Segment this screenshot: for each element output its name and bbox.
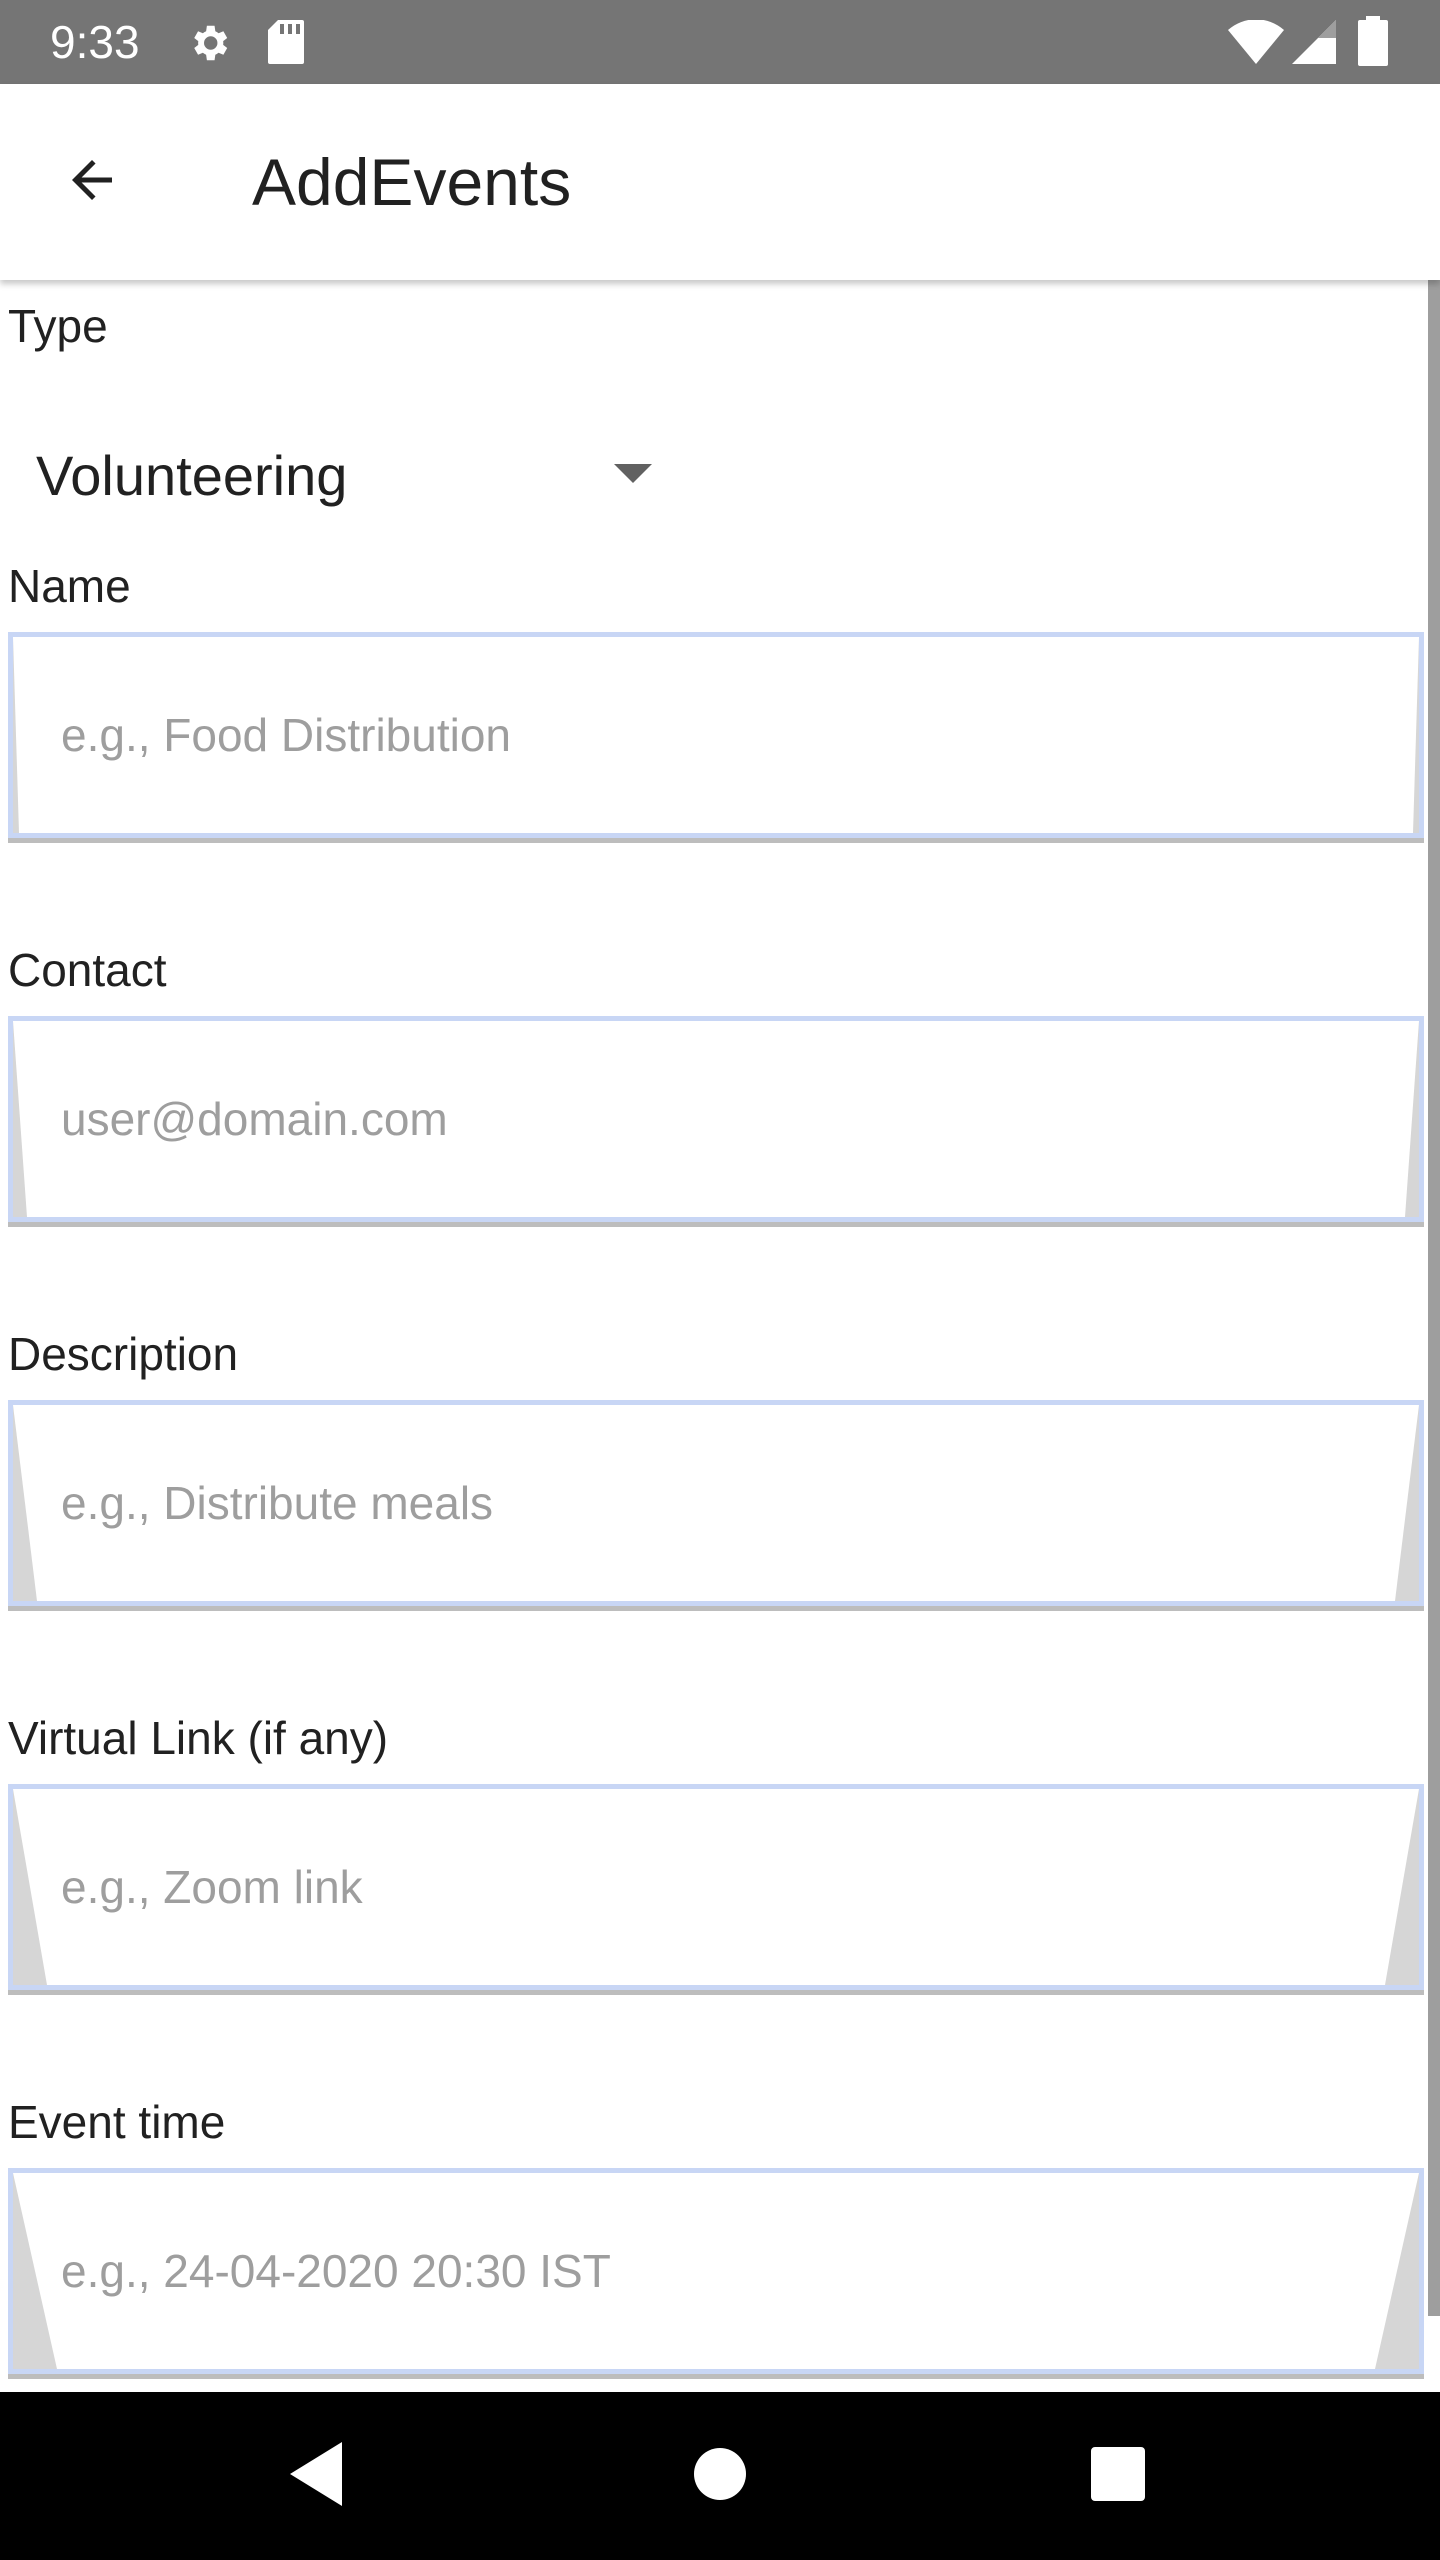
event-time-field-box bbox=[8, 2168, 1424, 2374]
battery-icon bbox=[1358, 16, 1388, 71]
app-bar: AddEvents bbox=[0, 84, 1440, 280]
gear-icon bbox=[186, 20, 232, 71]
description-label: Description bbox=[8, 1328, 239, 1380]
nav-home-button[interactable] bbox=[678, 2434, 762, 2518]
event-time-label: Event time bbox=[8, 2096, 226, 2148]
status-bar: 9:33 bbox=[0, 0, 1440, 84]
page-title: AddEvents bbox=[252, 145, 572, 219]
dropdown-arrow-icon bbox=[614, 464, 652, 483]
name-input[interactable] bbox=[13, 637, 1419, 833]
arrow-left-icon bbox=[62, 150, 122, 215]
nav-back-button[interactable] bbox=[276, 2434, 360, 2518]
virtual-link-field-box bbox=[8, 1784, 1424, 1990]
sd-card-icon bbox=[266, 18, 306, 71]
name-label: Name bbox=[8, 560, 131, 612]
form-scroll-area[interactable]: Type Volunteering Name Contact Descripti… bbox=[0, 280, 1440, 2392]
wifi-icon bbox=[1228, 19, 1284, 69]
name-field-box bbox=[8, 632, 1424, 838]
description-input[interactable] bbox=[13, 1405, 1419, 1601]
contact-field-box bbox=[8, 1016, 1424, 1222]
back-button[interactable] bbox=[44, 134, 140, 230]
type-spinner-value: Volunteering bbox=[36, 444, 348, 507]
virtual-link-input[interactable] bbox=[13, 1789, 1419, 1985]
scrollbar[interactable] bbox=[1428, 280, 1440, 2316]
status-time: 9:33 bbox=[50, 16, 140, 68]
description-field-box bbox=[8, 1400, 1424, 1606]
signal-icon bbox=[1292, 20, 1336, 69]
type-spinner[interactable]: Volunteering bbox=[36, 426, 676, 526]
virtual-link-label: Virtual Link (if any) bbox=[8, 1712, 389, 1764]
navigation-bar bbox=[0, 2392, 1440, 2560]
event-time-input[interactable] bbox=[13, 2173, 1419, 2369]
contact-input[interactable] bbox=[13, 1021, 1419, 1217]
back-triangle-icon bbox=[290, 2441, 346, 2511]
contact-label: Contact bbox=[8, 944, 167, 996]
nav-recents-button[interactable] bbox=[1076, 2434, 1160, 2518]
type-label: Type bbox=[8, 300, 108, 352]
home-circle-icon bbox=[694, 2447, 746, 2505]
recents-square-icon bbox=[1091, 2446, 1145, 2506]
